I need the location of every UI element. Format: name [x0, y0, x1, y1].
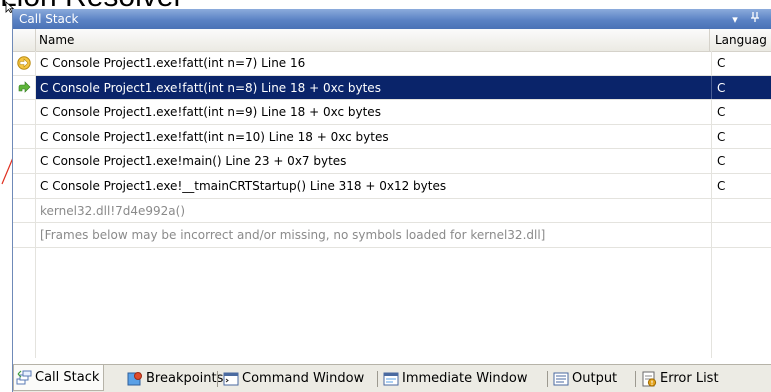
column-header-name[interactable]: Name [35, 29, 710, 51]
list-empty-area [13, 248, 771, 358]
output-icon [553, 372, 569, 386]
tab-label: Output [572, 371, 618, 386]
window-title-bar[interactable]: Call Stack ▾ [13, 9, 771, 29]
stack-frame-row-selected[interactable]: C Console Project1.exe!fatt(int n=8) Lin… [13, 75, 771, 101]
tab-separator [217, 371, 218, 387]
frame-language [711, 198, 771, 223]
frame-name: C Console Project1.exe!__tmainCRTStartup… [40, 178, 447, 193]
call-return-arrow-icon [18, 80, 31, 93]
command-window-icon [223, 372, 239, 386]
header-gutter [13, 29, 36, 51]
stack-frame-row[interactable]: C Console Project1.exe!fatt(int n=9) Lin… [13, 100, 771, 125]
frame-name: C Console Project1.exe!fatt(int n=9) Lin… [40, 105, 381, 120]
stack-frame-row[interactable]: C Console Project1.exe!__tmainCRTStartup… [13, 173, 771, 199]
frame-language: C [711, 51, 771, 75]
tab-label: Command Window [242, 371, 365, 386]
window-title: Call Stack [19, 12, 79, 26]
tab-separator [547, 371, 548, 387]
tab-label: Immediate Window [402, 371, 528, 386]
frame-language: C [711, 173, 771, 198]
tab-separator [635, 371, 636, 387]
current-frame-arrow-icon [17, 56, 31, 70]
window-options-dropdown-icon[interactable]: ▾ [728, 10, 742, 30]
tab-error-list[interactable]: Error List [641, 368, 719, 390]
tab-label: Error List [660, 371, 719, 386]
stack-frame-row[interactable]: C Console Project1.exe!main() Line 23 + … [13, 149, 771, 174]
frame-language: C [711, 100, 771, 124]
tab-separator [377, 371, 378, 387]
tab-command-window[interactable]: Command Window [223, 368, 364, 390]
tab-output[interactable]: Output [553, 368, 617, 390]
stack-frame-row-annotation[interactable]: [Frames below may be incorrect and/or mi… [13, 223, 771, 248]
immediate-window-icon [383, 372, 399, 386]
frame-language [711, 223, 771, 247]
stack-frame-row[interactable]: C Console Project1.exe!fatt(int n=10) Li… [13, 124, 771, 150]
stack-frame-row-external[interactable]: kernel32.dll!7d4e992a() [13, 198, 771, 224]
tab-label: Call Stack [35, 369, 100, 385]
frame-name: [Frames below may be incorrect and/or mi… [40, 228, 546, 243]
frame-name: C Console Project1.exe!fatt(int n=10) Li… [40, 129, 389, 144]
column-header: Name Languag [13, 29, 771, 52]
tab-call-stack[interactable]: Call Stack [13, 365, 105, 391]
frame-name: C Console Project1.exe!main() Line 23 + … [40, 154, 347, 169]
stack-frame-row[interactable]: C Console Project1.exe!fatt(int n=7) Lin… [13, 51, 771, 76]
frame-name: C Console Project1.exe!fatt(int n=8) Lin… [40, 80, 381, 95]
error-list-icon [642, 371, 657, 387]
tab-breakpoints[interactable]: Breakpoints [127, 368, 223, 390]
call-stack-list: C Console Project1.exe!fatt(int n=7) Lin… [13, 51, 771, 248]
frame-language: C [711, 75, 771, 100]
frame-name: C Console Project1.exe!fatt(int n=7) Lin… [40, 56, 306, 70]
tool-window-tab-strip: Call Stack Breakpoints Command Window Im… [13, 364, 771, 392]
breakpoints-icon [127, 372, 142, 386]
frame-name: kernel32.dll!7d4e992a() [40, 203, 186, 218]
frame-language: C [711, 149, 771, 173]
auto-hide-pin-icon[interactable] [748, 10, 762, 30]
frame-language: C [711, 124, 771, 149]
tab-label: Breakpoints [146, 371, 224, 386]
call-stack-icon [16, 370, 32, 384]
call-stack-window: Call Stack ▾ Name Languag C Console Proj… [12, 9, 771, 392]
column-header-language[interactable]: Languag [711, 29, 771, 51]
tab-immediate-window[interactable]: Immediate Window [383, 368, 527, 390]
